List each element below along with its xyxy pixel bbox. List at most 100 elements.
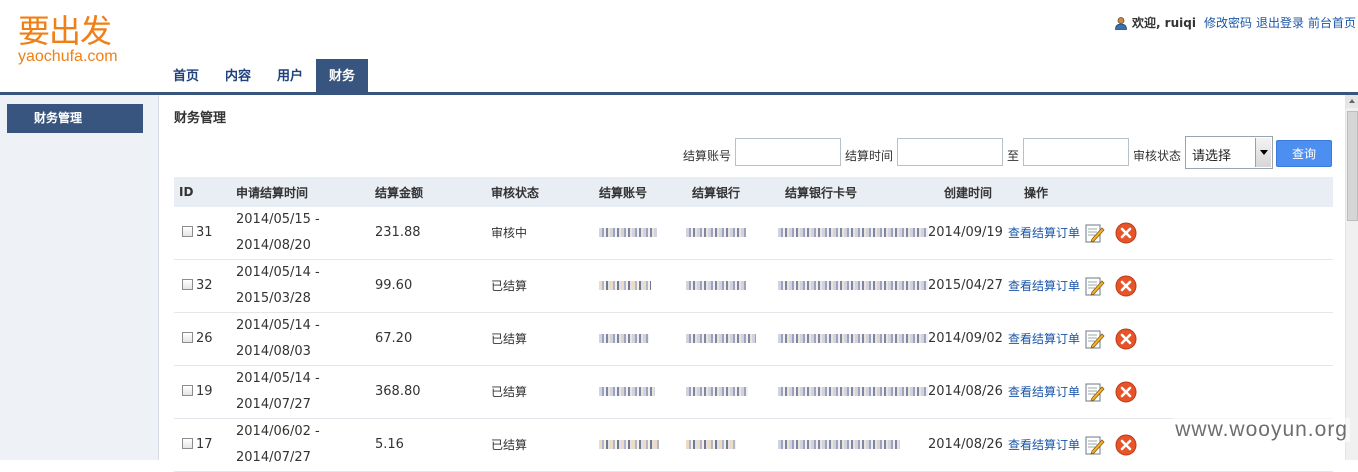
table-row: 19 2014/05/14 - 2014/07/27 368.80 已结算 201… xyxy=(174,365,1333,419)
account-input[interactable] xyxy=(735,138,841,166)
edit-icon[interactable] xyxy=(1084,435,1105,456)
main-nav: 首页 内容 用户 财务 xyxy=(160,59,369,93)
created-time: 2014/08/26 xyxy=(928,418,1008,472)
row-id: 32 xyxy=(196,278,213,293)
period-end: 2015/03/28 xyxy=(236,291,311,306)
to-label: 至 xyxy=(1007,149,1020,163)
redacted-card-number xyxy=(778,228,928,237)
logout-link[interactable]: 退出登录 xyxy=(1256,14,1304,31)
redacted-bank xyxy=(686,281,746,290)
amount: 99.60 xyxy=(375,259,491,313)
column-header: 申请结算时间 xyxy=(236,177,375,207)
period-end: 2014/08/20 xyxy=(236,238,311,253)
view-orders-link[interactable]: 查看结算订单 xyxy=(1008,326,1080,352)
view-orders-link[interactable]: 查看结算订单 xyxy=(1008,432,1080,458)
row-id: 19 xyxy=(196,384,213,399)
scrollbar-thumb[interactable] xyxy=(1347,111,1358,221)
delete-icon[interactable] xyxy=(1115,381,1137,403)
redacted-bank xyxy=(686,334,756,343)
status: 审核中 xyxy=(491,207,583,260)
column-header: 创建时间 xyxy=(928,177,1008,207)
logo-text-cn: 要出发 xyxy=(18,12,112,50)
row-id: 17 xyxy=(196,437,213,452)
user-bar: 欢迎, ruiqi 修改密码 退出登录 前台首页 xyxy=(1114,14,1356,31)
redacted-card-number xyxy=(778,334,928,343)
amount: 368.80 xyxy=(375,365,491,419)
table-row: 32 2014/05/14 - 2015/03/28 99.60 已结算 2015… xyxy=(174,259,1333,313)
redacted-card-number xyxy=(778,387,928,396)
tab-content[interactable]: 内容 xyxy=(212,59,264,93)
scroll-up-arrow[interactable] xyxy=(1346,95,1358,108)
filter-bar: 结算账号 结算时间 至 审核状态 请选择 查询 xyxy=(174,136,1334,169)
status-select[interactable]: 请选择 xyxy=(1185,136,1273,169)
redacted-bank xyxy=(686,228,746,237)
change-password-link[interactable]: 修改密码 xyxy=(1204,14,1252,31)
redacted-card-number xyxy=(778,440,900,449)
row-id: 26 xyxy=(196,331,213,346)
redacted-account xyxy=(599,228,657,237)
status-label: 审核状态 xyxy=(1133,149,1182,163)
edit-icon[interactable] xyxy=(1084,223,1105,244)
view-orders-link[interactable]: 查看结算订单 xyxy=(1008,220,1080,246)
amount: 67.20 xyxy=(375,312,491,366)
edit-icon[interactable] xyxy=(1084,329,1105,350)
row-id: 31 xyxy=(196,225,213,240)
site-logo[interactable]: 要出发 yaochufa.com xyxy=(18,14,118,65)
query-button[interactable]: 查询 xyxy=(1276,140,1332,167)
sidebar-item-finance-management[interactable]: 财务管理 xyxy=(7,104,143,133)
column-header: 结算银行 xyxy=(676,177,769,207)
tab-users[interactable]: 用户 xyxy=(264,59,316,93)
created-time: 2014/09/02 xyxy=(928,312,1008,366)
period-start: 2014/06/02 - xyxy=(236,424,320,439)
delete-icon[interactable] xyxy=(1115,328,1137,350)
user-icon xyxy=(1115,16,1127,30)
welcome-text: 欢迎, ruiqi xyxy=(1131,16,1196,30)
table-row: 17 2014/06/02 - 2014/07/27 5.16 已结算 2014/… xyxy=(174,418,1333,472)
table-header-row: ID 申请结算时间 结算金额 审核状态 结算账号 结算银行 结算银行卡号 创建时… xyxy=(174,177,1333,207)
period-start: 2014/05/14 - xyxy=(236,318,320,333)
view-orders-link[interactable]: 查看结算订单 xyxy=(1008,273,1080,299)
redacted-account xyxy=(599,387,655,396)
edit-icon[interactable] xyxy=(1084,382,1105,403)
edit-icon[interactable] xyxy=(1084,276,1105,297)
row-checkbox[interactable] xyxy=(182,332,193,343)
logo-text-en: yaochufa.com xyxy=(18,48,118,65)
end-date-input[interactable] xyxy=(1023,138,1129,166)
amount: 5.16 xyxy=(375,418,491,472)
delete-icon[interactable] xyxy=(1115,434,1137,456)
column-header: 结算银行卡号 xyxy=(769,177,928,207)
tab-home[interactable]: 首页 xyxy=(160,59,212,93)
status-select-value: 请选择 xyxy=(1192,149,1232,164)
tab-finance[interactable]: 财务 xyxy=(316,59,369,93)
view-orders-link[interactable]: 查看结算订单 xyxy=(1008,379,1080,405)
period-start: 2014/05/14 - xyxy=(236,371,320,386)
row-checkbox[interactable] xyxy=(182,279,193,290)
redacted-bank xyxy=(686,440,736,449)
chevron-down-icon[interactable] xyxy=(1255,138,1271,167)
status: 已结算 xyxy=(491,365,583,419)
period-end: 2014/07/27 xyxy=(236,397,311,412)
delete-icon[interactable] xyxy=(1115,275,1137,297)
period-end: 2014/07/27 xyxy=(236,450,311,465)
created-time: 2014/08/26 xyxy=(928,365,1008,419)
sidebar: 财务管理 xyxy=(0,95,159,460)
column-header: ID xyxy=(174,177,236,207)
row-checkbox[interactable] xyxy=(182,438,193,449)
created-time: 2015/04/27 xyxy=(928,259,1008,313)
vertical-scrollbar[interactable] xyxy=(1345,95,1358,460)
row-checkbox[interactable] xyxy=(182,226,193,237)
column-header: 操作 xyxy=(1008,177,1333,207)
column-header: 结算账号 xyxy=(583,177,676,207)
table-row: 31 2014/05/15 - 2014/08/20 231.88 审核中 201… xyxy=(174,207,1333,260)
redacted-account xyxy=(599,334,649,343)
column-header: 结算金额 xyxy=(375,177,491,207)
watermark: www.wooyun.org xyxy=(1173,418,1350,442)
settlement-table: ID 申请结算时间 结算金额 审核状态 结算账号 结算银行 结算银行卡号 创建时… xyxy=(174,177,1333,472)
row-checkbox[interactable] xyxy=(182,385,193,396)
redacted-card-number xyxy=(778,281,928,290)
page-title: 财务管理 xyxy=(174,111,227,126)
nav-divider xyxy=(0,92,1358,95)
start-date-input[interactable] xyxy=(897,138,1003,166)
frontend-home-link[interactable]: 前台首页 xyxy=(1308,14,1356,31)
delete-icon[interactable] xyxy=(1115,222,1137,244)
